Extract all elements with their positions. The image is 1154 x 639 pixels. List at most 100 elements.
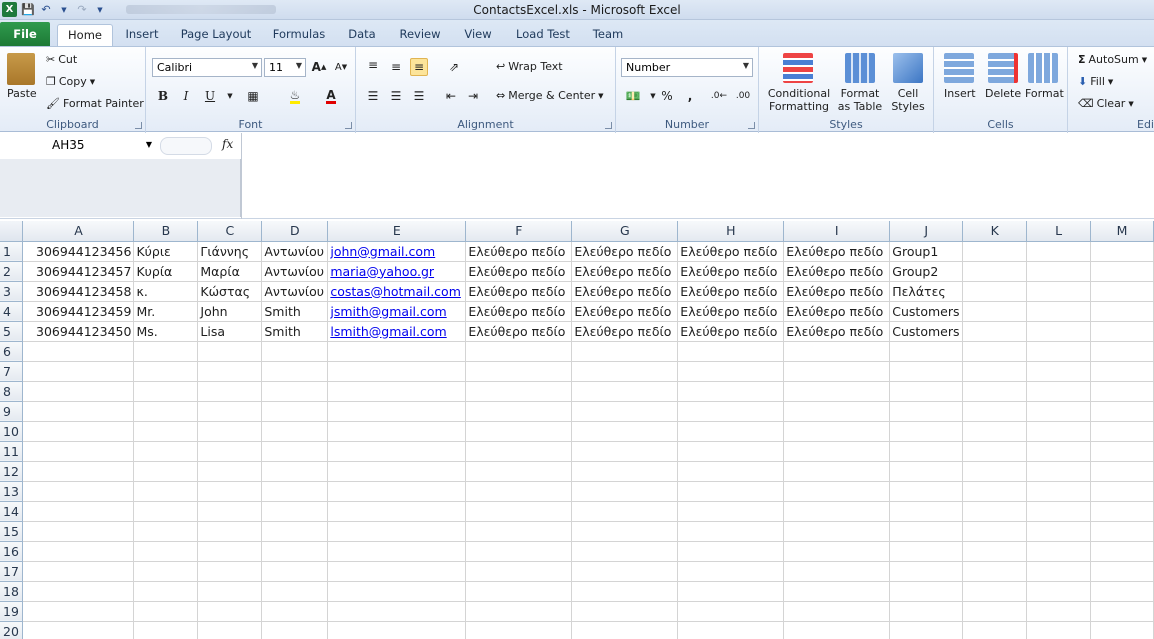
cell-g6[interactable] xyxy=(571,341,679,362)
cell-f13[interactable] xyxy=(465,481,573,502)
cell-g10[interactable] xyxy=(571,421,679,442)
chevron-down-icon[interactable]: ▼ xyxy=(221,87,239,105)
cell-c20[interactable] xyxy=(197,621,263,639)
cell-h9[interactable] xyxy=(677,401,785,422)
cell-d7[interactable] xyxy=(261,361,329,382)
cell-g4[interactable]: Ελεύθερο πεδίο xyxy=(571,301,679,322)
cell-k16[interactable] xyxy=(962,541,1028,562)
cell-d6[interactable] xyxy=(261,341,329,362)
cell-f17[interactable] xyxy=(465,561,573,582)
cell-d2[interactable]: Αντωνίου xyxy=(261,261,329,282)
cell-g3[interactable]: Ελεύθερο πεδίο xyxy=(571,281,679,302)
cell-g14[interactable] xyxy=(571,501,679,522)
cell-j1[interactable]: Group1 xyxy=(889,241,964,262)
cell-j4[interactable]: Customers xyxy=(889,301,964,322)
cell-l3[interactable] xyxy=(1026,281,1091,302)
cell-h4[interactable]: Ελεύθερο πεδίο xyxy=(677,301,785,322)
cell-d5[interactable]: Smith xyxy=(261,321,329,342)
delete-button[interactable]: Delete xyxy=(985,87,1021,100)
cell-d10[interactable] xyxy=(261,421,329,442)
cell-j8[interactable] xyxy=(889,381,964,402)
cell-l19[interactable] xyxy=(1026,601,1091,622)
cell-g17[interactable] xyxy=(571,561,679,582)
cell-k7[interactable] xyxy=(962,361,1028,382)
cell-e13[interactable] xyxy=(327,481,467,502)
comma-button[interactable]: , xyxy=(681,87,699,105)
cell-k13[interactable] xyxy=(962,481,1028,502)
cell-l6[interactable] xyxy=(1026,341,1091,362)
bold-button[interactable]: B xyxy=(154,87,172,105)
row-header[interactable]: 9 xyxy=(0,401,24,422)
row-header[interactable]: 10 xyxy=(0,421,24,442)
row-header[interactable]: 13 xyxy=(0,481,24,502)
cell-a6[interactable] xyxy=(22,341,135,362)
cell-g19[interactable] xyxy=(571,601,679,622)
insert-button[interactable]: Insert xyxy=(944,87,976,100)
name-box[interactable]: AH35 ▼ xyxy=(0,136,158,156)
cell-f12[interactable] xyxy=(465,461,573,482)
cell-a10[interactable] xyxy=(22,421,135,442)
font-color-icon[interactable]: A xyxy=(322,87,340,105)
cell-d13[interactable] xyxy=(261,481,329,502)
cell-e7[interactable] xyxy=(327,361,467,382)
cell-e8[interactable] xyxy=(327,381,467,402)
tab-home[interactable]: Home xyxy=(57,24,113,46)
fill-button[interactable]: ⬇ Fill ▼ xyxy=(1078,75,1113,88)
cell-l4[interactable] xyxy=(1026,301,1091,322)
cell-m5[interactable] xyxy=(1090,321,1154,342)
cell-b10[interactable] xyxy=(133,421,199,442)
cell-i13[interactable] xyxy=(783,481,891,502)
cell-i6[interactable] xyxy=(783,341,891,362)
cell-j18[interactable] xyxy=(889,581,964,602)
column-header-f[interactable]: F xyxy=(465,221,573,242)
wrap-text-button[interactable]: ↩ Wrap Text xyxy=(496,60,563,73)
dialog-launcher-icon[interactable] xyxy=(748,122,755,129)
cell-j7[interactable] xyxy=(889,361,964,382)
row-header[interactable]: 3 xyxy=(0,281,24,302)
cell-b12[interactable] xyxy=(133,461,199,482)
cell-i17[interactable] xyxy=(783,561,891,582)
cell-l1[interactable] xyxy=(1026,241,1091,262)
autosum-button[interactable]: Σ AutoSum ▼ xyxy=(1078,53,1147,66)
row-header[interactable]: 19 xyxy=(0,601,24,622)
cell-d20[interactable] xyxy=(261,621,329,639)
cell-j13[interactable] xyxy=(889,481,964,502)
cell-b8[interactable] xyxy=(133,381,199,402)
cell-i14[interactable] xyxy=(783,501,891,522)
delete-cells-icon[interactable] xyxy=(988,53,1018,83)
cell-h18[interactable] xyxy=(677,581,785,602)
cell-j5[interactable]: Customers xyxy=(889,321,964,342)
cell-e3[interactable]: costas@hotmail.com xyxy=(327,281,467,302)
cell-a4[interactable]: 306944123459 xyxy=(22,301,135,322)
cell-e17[interactable] xyxy=(327,561,467,582)
cell-h16[interactable] xyxy=(677,541,785,562)
conditional-formatting-button[interactable]: Conditional Formatting xyxy=(767,87,831,113)
cell-k2[interactable] xyxy=(962,261,1028,282)
cell-d19[interactable] xyxy=(261,601,329,622)
cell-b15[interactable] xyxy=(133,521,199,542)
cell-j19[interactable] xyxy=(889,601,964,622)
cell-m9[interactable] xyxy=(1090,401,1154,422)
cut-button[interactable]: ✂ Cut xyxy=(46,53,77,66)
cell-c13[interactable] xyxy=(197,481,263,502)
cell-c19[interactable] xyxy=(197,601,263,622)
format-cells-icon[interactable] xyxy=(1028,53,1058,83)
column-header-j[interactable]: J xyxy=(889,221,964,242)
cell-c18[interactable] xyxy=(197,581,263,602)
cell-c16[interactable] xyxy=(197,541,263,562)
cell-e1[interactable]: john@gmail.com xyxy=(327,241,467,262)
cell-j10[interactable] xyxy=(889,421,964,442)
cell-i16[interactable] xyxy=(783,541,891,562)
cell-a14[interactable] xyxy=(22,501,135,522)
underline-button[interactable]: U xyxy=(201,87,219,105)
cell-d12[interactable] xyxy=(261,461,329,482)
cell-j16[interactable] xyxy=(889,541,964,562)
cell-h10[interactable] xyxy=(677,421,785,442)
cell-m4[interactable] xyxy=(1090,301,1154,322)
shrink-font-icon[interactable]: A ▼ xyxy=(332,58,350,76)
cell-k10[interactable] xyxy=(962,421,1028,442)
cell-j20[interactable] xyxy=(889,621,964,639)
align-middle-icon[interactable]: ≡ xyxy=(387,58,405,76)
column-header-d[interactable]: D xyxy=(261,221,329,242)
cell-l7[interactable] xyxy=(1026,361,1091,382)
